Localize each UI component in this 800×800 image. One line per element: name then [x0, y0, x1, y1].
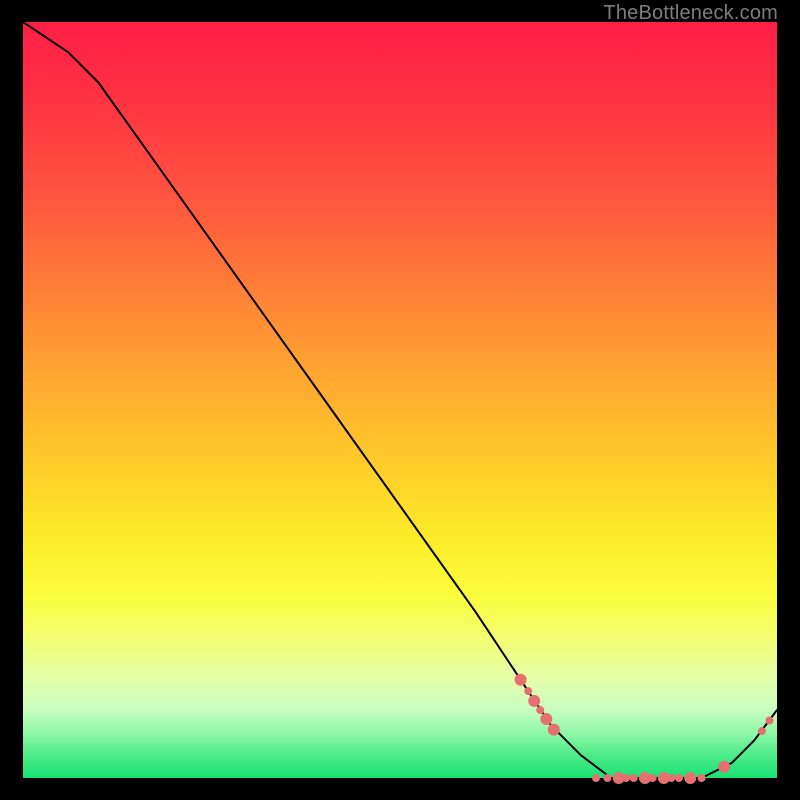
curve-line [23, 22, 777, 778]
marker-point [524, 687, 532, 695]
marker-point [548, 724, 560, 736]
chart-overlay [23, 22, 777, 778]
marker-point [684, 772, 696, 784]
marker-point [766, 717, 774, 725]
watermark-text: TheBottleneck.com [603, 2, 778, 25]
marker-point [675, 774, 683, 782]
marker-point [622, 774, 630, 782]
marker-point [540, 713, 552, 725]
marker-point [718, 761, 730, 773]
marker-point [698, 774, 706, 782]
curve-markers [515, 674, 774, 784]
marker-point [536, 706, 544, 714]
marker-point [758, 727, 766, 735]
chart-stage: TheBottleneck.com [0, 0, 800, 800]
marker-point [603, 774, 611, 782]
marker-point [592, 774, 600, 782]
marker-point [515, 674, 527, 686]
marker-point [667, 774, 675, 782]
marker-point [649, 774, 657, 782]
marker-point [528, 695, 540, 707]
marker-point [630, 774, 638, 782]
